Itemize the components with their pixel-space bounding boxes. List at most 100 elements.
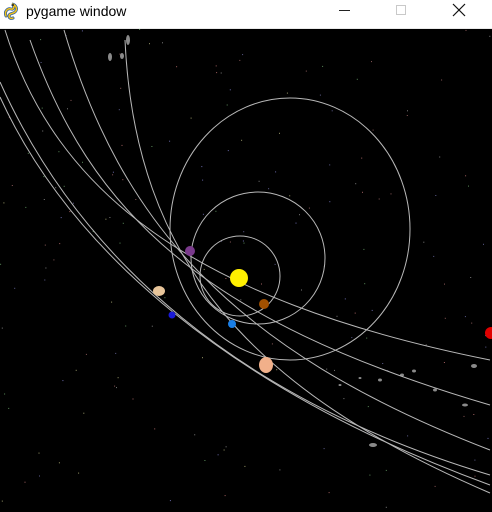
star: [323, 448, 325, 450]
star: [355, 183, 357, 185]
star: [385, 506, 387, 508]
star: [162, 42, 163, 44]
star: [63, 185, 65, 187]
star: [331, 110, 333, 112]
minimize-icon: [338, 9, 350, 11]
star: [78, 472, 80, 474]
star: [351, 337, 353, 339]
star: [326, 368, 328, 370]
star: [44, 244, 46, 246]
star: [226, 104, 228, 106]
star: [444, 283, 445, 285]
asteroid: [358, 377, 362, 379]
planet-navy: [168, 311, 176, 319]
star: [276, 369, 278, 371]
star: [468, 185, 469, 187]
star: [75, 369, 77, 371]
star: [122, 179, 124, 181]
star: [485, 346, 487, 348]
star: [203, 268, 205, 270]
star: [202, 213, 204, 215]
star: [483, 243, 484, 245]
star: [229, 89, 231, 91]
maximize-icon: [396, 5, 406, 15]
star: [356, 78, 358, 80]
star: [366, 337, 368, 339]
star: [215, 65, 217, 67]
star: [58, 151, 60, 153]
star: [225, 446, 227, 448]
star: [119, 53, 121, 55]
star: [241, 139, 243, 141]
star: [244, 465, 246, 467]
star: [70, 99, 72, 101]
star: [274, 263, 276, 265]
star: [433, 255, 435, 257]
pygame-window: pygame window: [0, 0, 492, 512]
star: [229, 241, 231, 243]
star: [425, 344, 427, 346]
solar-system-scene: [0, 29, 492, 512]
star: [225, 278, 227, 279]
star: [62, 380, 64, 382]
game-canvas[interactable]: [0, 29, 492, 512]
star: [41, 107, 43, 109]
sun: [230, 269, 248, 287]
star: [439, 156, 441, 158]
star: [38, 452, 40, 454]
maximize-button[interactable]: [378, 0, 424, 20]
star: [406, 115, 408, 116]
star: [465, 29, 467, 31]
star: [289, 195, 291, 197]
star: [42, 130, 44, 132]
star: [367, 406, 369, 408]
star: [85, 353, 87, 355]
star: [118, 109, 120, 111]
star: [371, 309, 373, 311]
star: [169, 140, 171, 142]
star: [279, 469, 281, 471]
title-bar[interactable]: pygame window: [0, 0, 492, 29]
star: [194, 434, 196, 436]
star: [40, 62, 42, 63]
star: [224, 495, 226, 497]
star: [363, 248, 365, 250]
star: [471, 322, 473, 324]
star: [116, 387, 117, 389]
star: [336, 315, 338, 317]
star: [40, 39, 42, 41]
star: [329, 201, 331, 203]
star: [216, 72, 218, 74]
asteroid: [433, 388, 437, 392]
star: [227, 150, 229, 152]
star: [112, 174, 114, 176]
star: [139, 29, 141, 30]
star: [435, 195, 437, 196]
star: [111, 301, 113, 303]
star: [58, 462, 60, 464]
star: [59, 243, 61, 245]
star: [240, 299, 242, 301]
star: [258, 180, 260, 182]
star: [204, 460, 206, 461]
star: [487, 437, 489, 439]
star: [319, 94, 321, 96]
star: [67, 108, 68, 110]
planet-peach: [259, 357, 273, 373]
star: [202, 179, 204, 181]
star: [295, 222, 297, 224]
close-button[interactable]: [436, 0, 482, 20]
star: [217, 454, 219, 456]
close-icon: [452, 3, 466, 17]
star: [55, 187, 57, 189]
asteroid: [378, 378, 382, 382]
star: [119, 242, 121, 244]
star: [378, 198, 380, 200]
window-title: pygame window: [26, 3, 127, 19]
star: [60, 217, 62, 219]
star: [8, 407, 10, 409]
star: [268, 188, 270, 190]
minimize-button[interactable]: [321, 0, 367, 20]
star: [43, 199, 45, 200]
star: [275, 171, 277, 173]
